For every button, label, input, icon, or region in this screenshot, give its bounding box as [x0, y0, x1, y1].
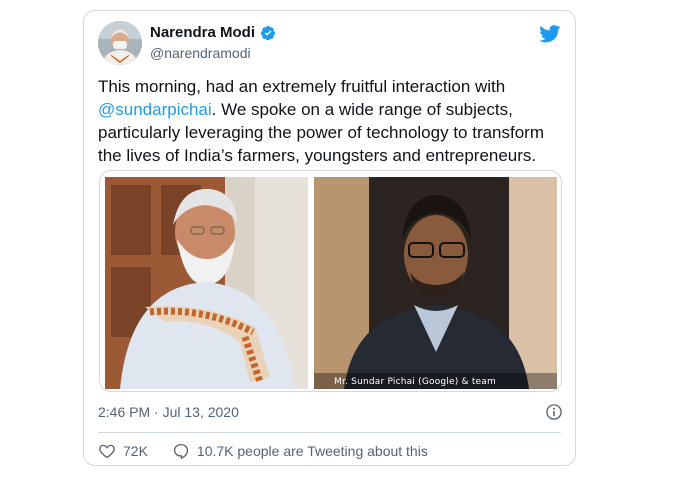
- conversation-text: 10.7K people are Tweeting about this: [196, 443, 428, 459]
- tweet-text: This morning, had an extremely fruitful …: [98, 75, 563, 167]
- tweet-card[interactable]: Narendra Modi @narendramodi This morning…: [83, 10, 576, 466]
- verified-badge-icon: [261, 25, 276, 40]
- divider: [98, 432, 561, 433]
- like-button[interactable]: 72K: [98, 442, 148, 460]
- author-name[interactable]: Narendra Modi: [150, 24, 255, 41]
- conversation-link[interactable]: 10.7K people are Tweeting about this: [172, 442, 428, 460]
- tweet-media[interactable]: Mr. Sundar Pichai (Google) & team: [99, 170, 562, 392]
- tweet-actions: 72K 10.7K people are Tweeting about this: [98, 442, 428, 460]
- media-photo-modi[interactable]: [105, 177, 308, 389]
- like-count: 72K: [123, 443, 148, 459]
- info-icon[interactable]: [545, 403, 563, 421]
- heart-icon: [99, 444, 115, 459]
- author-handle[interactable]: @narendramodi: [150, 45, 251, 61]
- media-photo-pichai[interactable]: Mr. Sundar Pichai (Google) & team: [314, 177, 557, 389]
- speech-bubble-icon: [173, 443, 188, 460]
- media-caption: Mr. Sundar Pichai (Google) & team: [334, 377, 496, 387]
- mention-link[interactable]: @sundarpichai: [98, 100, 212, 119]
- twitter-bird-icon[interactable]: [539, 25, 561, 43]
- tweet-text-part: This morning, had an extremely fruitful …: [98, 77, 506, 96]
- avatar[interactable]: [98, 21, 142, 65]
- tweet-timestamp[interactable]: 2:46 PM · Jul 13, 2020: [98, 404, 239, 420]
